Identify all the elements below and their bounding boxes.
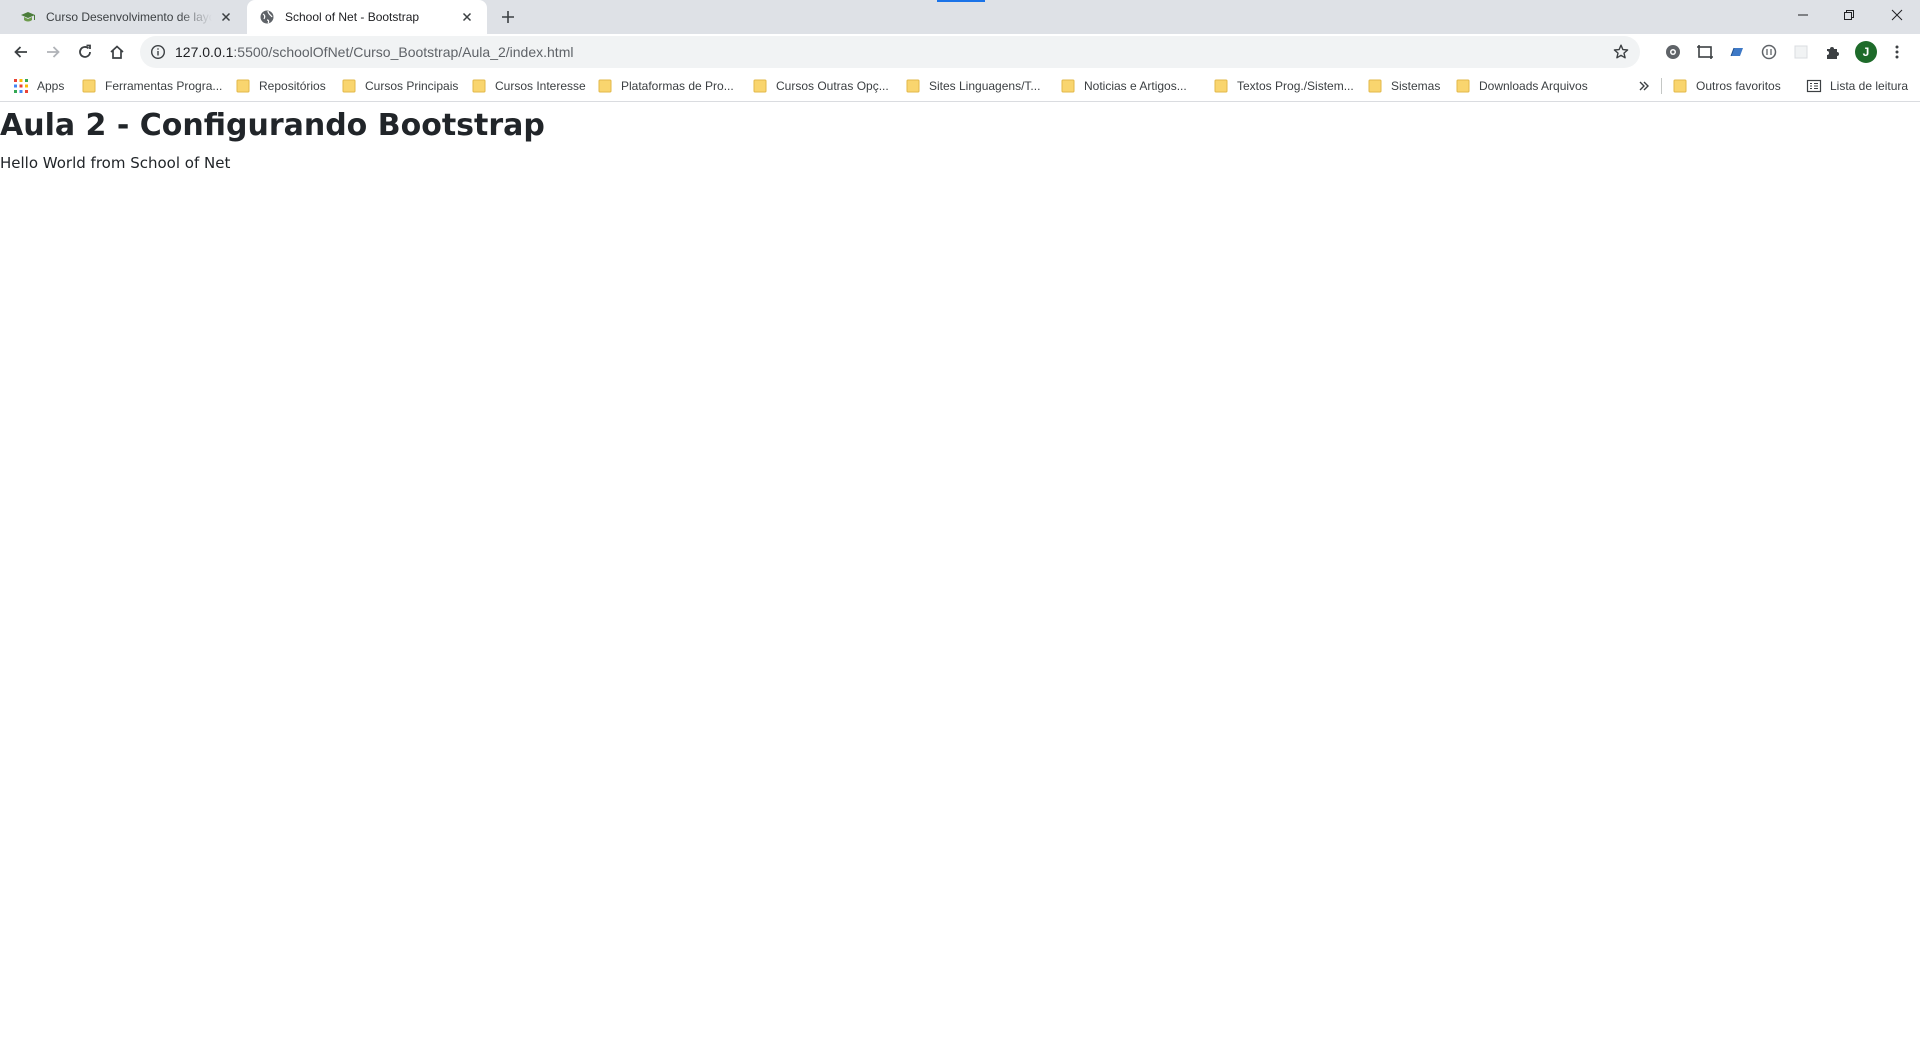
folder-icon — [753, 79, 767, 92]
folder-icon — [1061, 79, 1075, 92]
globe-icon — [259, 9, 275, 25]
browser-toolbar: 127.0.0.1:5500/schoolOfNet/Curso_Bootstr… — [0, 34, 1920, 70]
forward-button[interactable] — [41, 40, 65, 64]
reading-list-button[interactable]: Lista de leitura — [1806, 70, 1908, 101]
graduation-cap-icon — [20, 9, 36, 25]
extension-circle-icon[interactable] — [1758, 41, 1780, 63]
bookmark-folder-textos-prog[interactable]: Textos Prog./Sistem... — [1213, 70, 1354, 101]
bookmark-folder-cursos-principais[interactable]: Cursos Principais — [341, 70, 458, 101]
folder-icon — [906, 79, 920, 92]
folder-icon — [82, 79, 96, 92]
bookmark-label: Plataformas de Pro... — [621, 78, 734, 93]
new-tab-button[interactable] — [499, 8, 517, 26]
folder-icon — [236, 79, 250, 92]
bookmark-folder-repositorios[interactable]: Repositórios — [235, 70, 326, 101]
reload-icon — [79, 44, 91, 58]
bookmark-folder-sites-linguagens[interactable]: Sites Linguagens/T... — [905, 70, 1040, 101]
bookmark-label: Outros favoritos — [1696, 78, 1781, 93]
close-window-button[interactable] — [1874, 0, 1920, 30]
page-paragraph: Hello World from School of Net — [0, 154, 231, 172]
url-host: 127.0.0.1 — [175, 44, 234, 60]
bookmark-folder-cursos-interesse[interactable]: Cursos Interesse — [471, 70, 586, 101]
restore-button[interactable] — [1826, 0, 1872, 30]
bookmark-folder-noticias[interactable]: Noticias e Artigos... — [1060, 70, 1187, 101]
extension-robot-icon[interactable] — [1662, 41, 1684, 63]
home-button[interactable] — [105, 40, 129, 64]
page-content: Aula 2 - Configurando Bootstrap Hello Wo… — [0, 103, 1920, 1040]
bookmark-label: Cursos Interesse — [495, 78, 586, 93]
bookmark-folder-plataformas[interactable]: Plataformas de Pro... — [597, 70, 734, 101]
bookmark-folder-downloads[interactable]: Downloads Arquivos — [1455, 70, 1588, 101]
bookmark-label: Cursos Outras Opç... — [776, 78, 889, 93]
url-path: :5500/schoolOfNet/Curso_Bootstrap/Aula_2… — [233, 44, 574, 60]
tab-title: School of Net - Bootstrap — [285, 10, 420, 24]
reading-list-icon — [1806, 79, 1822, 92]
page-heading: Aula 2 - Configurando Bootstrap — [0, 108, 545, 143]
tab-strip: Curso Desenvolvimento de layout School o… — [0, 0, 1920, 34]
info-icon[interactable] — [150, 44, 166, 60]
tab-school-of-net[interactable]: School of Net - Bootstrap — [247, 0, 487, 34]
back-button[interactable] — [9, 40, 33, 64]
plus-icon — [502, 11, 514, 23]
bookmark-label: Downloads Arquivos — [1479, 78, 1588, 93]
chevron-double-right-icon — [1639, 81, 1649, 91]
bookmark-folder-sistemas[interactable]: Sistemas — [1367, 70, 1440, 101]
bookmarks-divider — [1661, 78, 1662, 94]
menu-dots-icon[interactable] — [1886, 41, 1908, 63]
reload-button[interactable] — [73, 40, 97, 64]
restore-icon — [1844, 10, 1854, 20]
folder-icon — [1368, 79, 1382, 92]
bookmark-label: Cursos Principais — [365, 78, 459, 93]
tab-title: Curso Desenvolvimento de layout — [46, 10, 212, 24]
minimize-button[interactable] — [1780, 0, 1826, 30]
arrow-left-icon — [14, 46, 27, 58]
minimize-icon — [1798, 14, 1808, 16]
folder-icon — [342, 79, 356, 92]
folder-icon — [472, 79, 486, 92]
home-icon — [110, 45, 124, 59]
profile-avatar[interactable]: J — [1855, 41, 1877, 63]
extension-screenshot-icon[interactable] — [1694, 41, 1716, 63]
bookmark-folder-cursos-outras[interactable]: Cursos Outras Opç... — [752, 70, 889, 101]
folder-icon — [1673, 79, 1687, 92]
apps-grid-icon — [14, 78, 28, 93]
close-icon — [1891, 9, 1903, 21]
star-icon[interactable] — [1612, 43, 1630, 61]
folder-icon — [1214, 79, 1228, 92]
bookmark-label: Sites Linguagens/T... — [929, 78, 1041, 93]
folder-icon — [1456, 79, 1470, 92]
extension-blank-icon[interactable] — [1790, 41, 1812, 63]
bookmark-folder-outros-favoritos[interactable]: Outros favoritos — [1672, 70, 1781, 101]
arrow-right-icon — [47, 46, 60, 58]
bookmark-label: Textos Prog./Sistem... — [1237, 78, 1354, 93]
extension-book-icon[interactable] — [1726, 41, 1748, 63]
bookmark-folder-ferramentas[interactable]: Ferramentas Progra... — [81, 70, 222, 101]
bookmarks-bar: Apps Ferramentas Progra... Repositórios … — [0, 70, 1920, 102]
bookmark-label: Noticias e Artigos... — [1084, 78, 1187, 93]
tab-curso-desenvolvimento[interactable]: Curso Desenvolvimento de layout — [8, 0, 246, 34]
bookmark-label: Repositórios — [259, 78, 326, 93]
close-tab-icon[interactable] — [459, 9, 475, 25]
bookmark-label: Sistemas — [1391, 78, 1441, 93]
bookmark-apps[interactable]: Apps — [13, 70, 64, 101]
close-tab-icon[interactable] — [218, 9, 234, 25]
bookmarks-overflow-button[interactable] — [1636, 78, 1652, 94]
url-text: 127.0.0.1:5500/schoolOfNet/Curso_Bootstr… — [175, 36, 573, 68]
bookmark-label: Apps — [37, 78, 65, 93]
address-bar[interactable]: 127.0.0.1:5500/schoolOfNet/Curso_Bootstr… — [140, 36, 1640, 68]
bookmark-label: Ferramentas Progra... — [105, 78, 223, 93]
folder-icon — [598, 79, 612, 92]
bookmark-label: Lista de leitura — [1830, 78, 1909, 93]
drag-indicator — [937, 0, 985, 2]
puzzle-icon[interactable] — [1822, 41, 1844, 63]
